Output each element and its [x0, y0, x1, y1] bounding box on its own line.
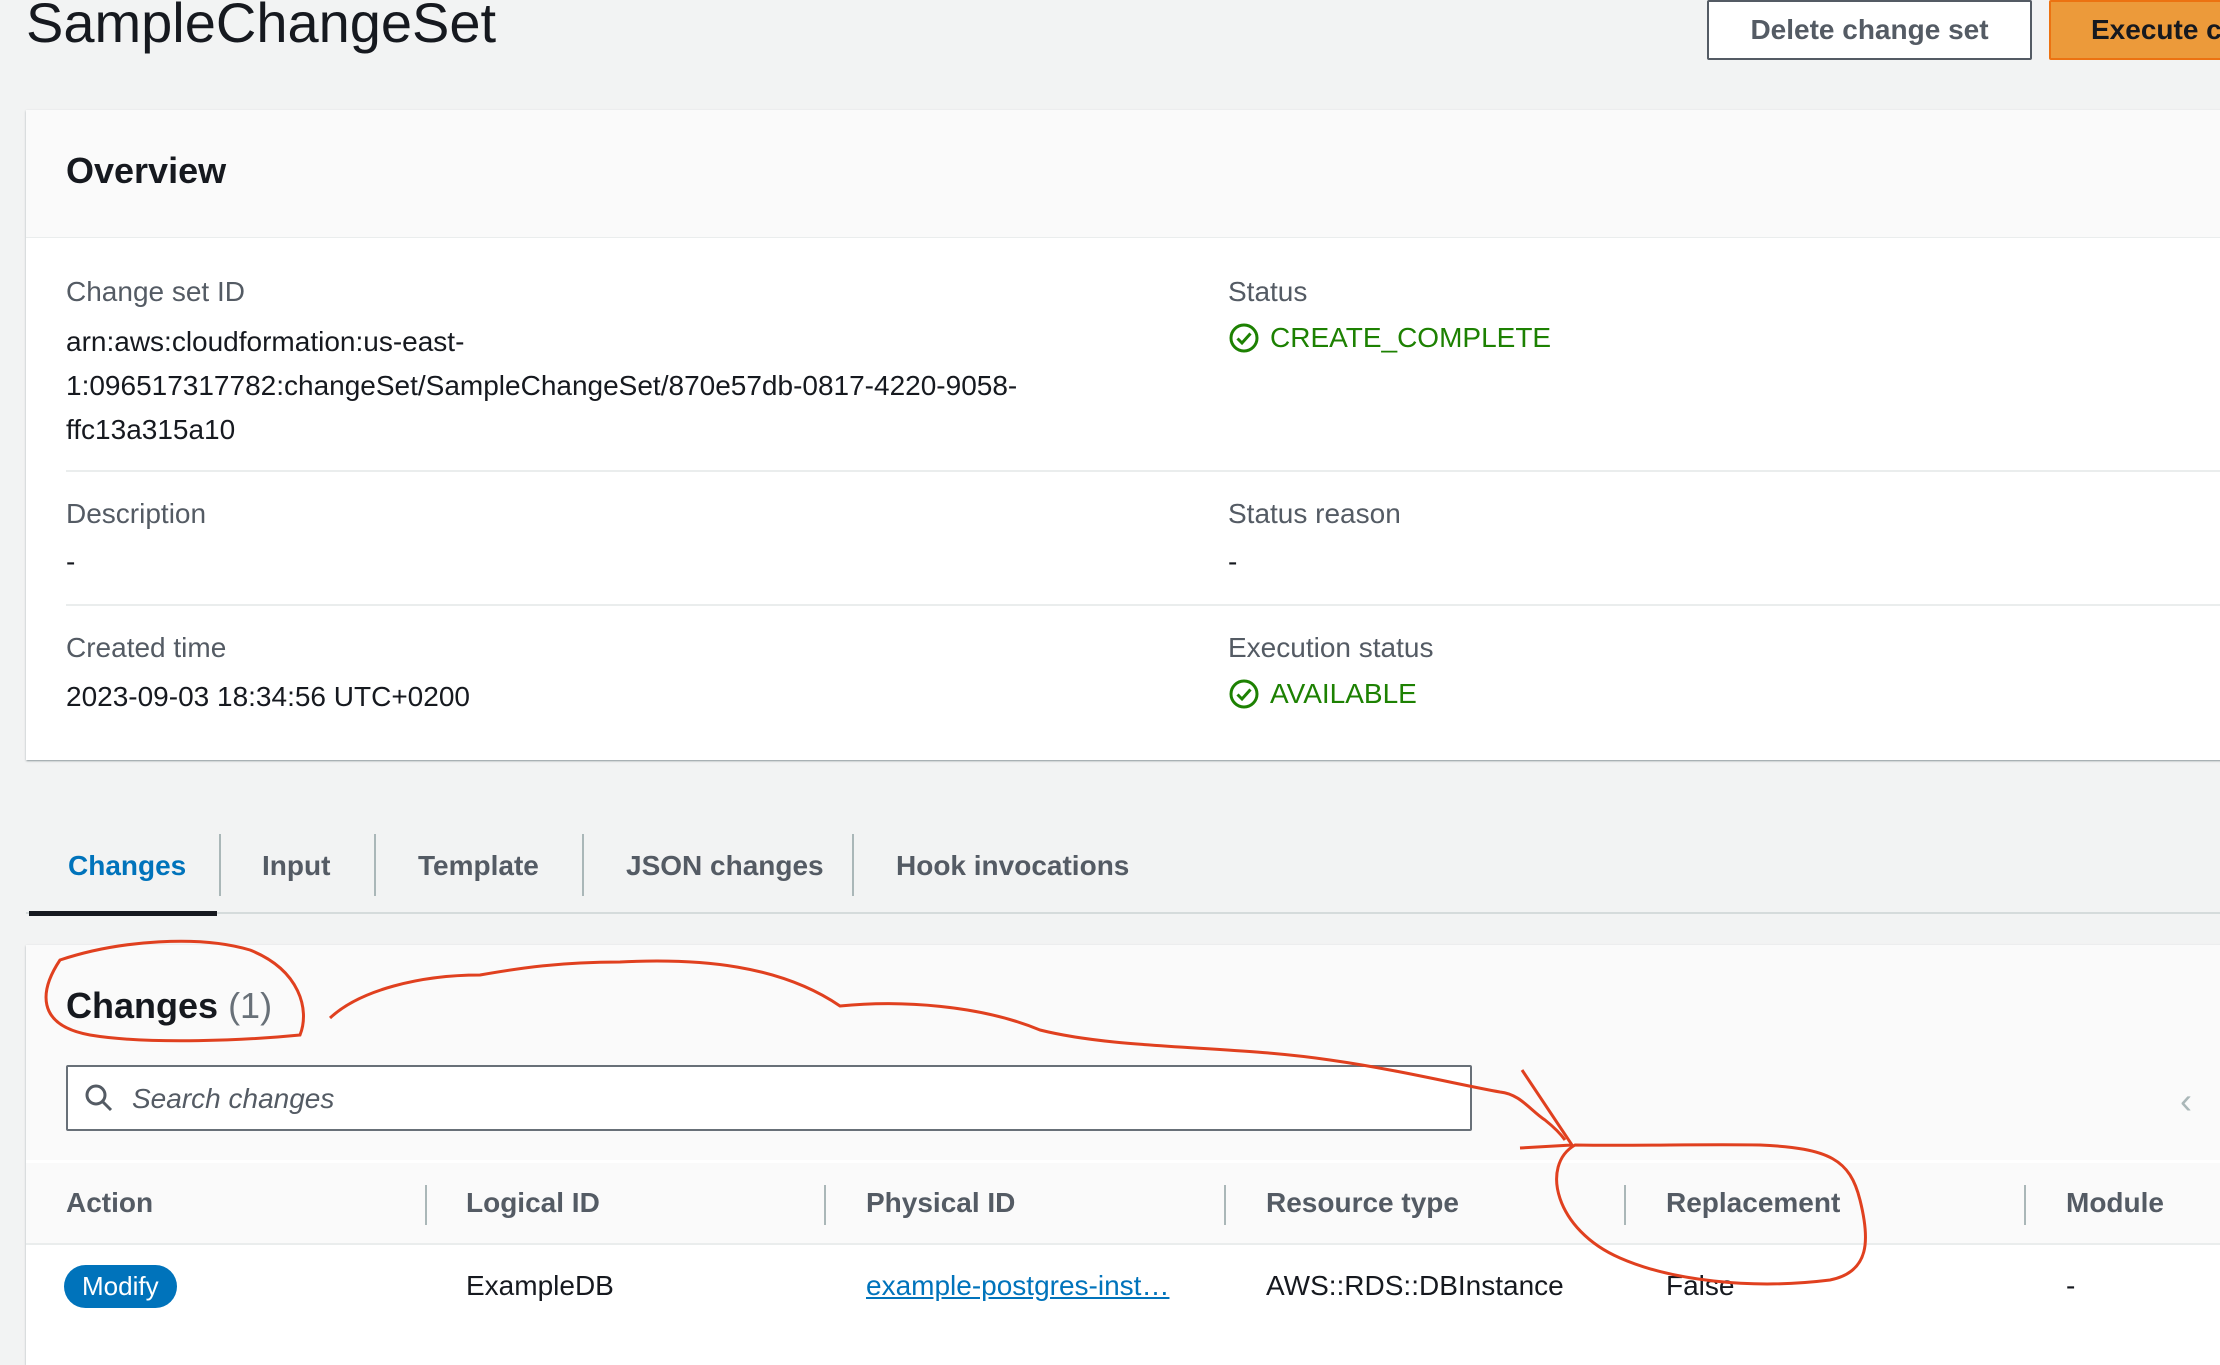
- chevron-left-icon[interactable]: ‹: [2180, 1080, 2192, 1122]
- check-circle-icon: [1229, 679, 1259, 709]
- tab-bar: Changes Input Template JSON changes Hook…: [26, 820, 2220, 916]
- tab-separator: [852, 834, 854, 896]
- search-icon: [85, 1084, 113, 1112]
- search-input[interactable]: [130, 1067, 1434, 1131]
- column-resizer[interactable]: [1624, 1185, 1626, 1225]
- physical-id-link[interactable]: example-postgres-inst…: [866, 1270, 1169, 1302]
- tab-input[interactable]: Input: [262, 820, 330, 912]
- action-cell: Modify: [64, 1245, 177, 1327]
- column-header-module[interactable]: Module: [2066, 1163, 2164, 1243]
- table-header: Action Logical ID Physical ID Resource t…: [26, 1163, 2220, 1245]
- tab-separator: [374, 834, 376, 896]
- description-label: Description: [66, 498, 207, 529]
- column-resizer[interactable]: [425, 1185, 427, 1225]
- created-time-label: Created time: [66, 632, 227, 663]
- column-header-action[interactable]: Action: [66, 1163, 153, 1243]
- delete-change-set-button[interactable]: Delete change set: [1707, 0, 2032, 60]
- created-time-value: 2023-09-03 18:34:56 UTC+0200: [66, 681, 470, 712]
- check-circle-icon: [1229, 323, 1259, 353]
- column-header-replacement[interactable]: Replacement: [1666, 1163, 1840, 1243]
- action-badge: Modify: [64, 1264, 177, 1308]
- tab-json-changes[interactable]: JSON changes: [626, 820, 824, 912]
- divider: [66, 470, 2220, 472]
- change-set-id-value: arn:aws:cloudformation:us-east- 1:096517…: [66, 320, 1017, 452]
- change-set-id-line-1: arn:aws:cloudformation:us-east-: [66, 326, 465, 357]
- column-header-physical-id[interactable]: Physical ID: [866, 1163, 1015, 1243]
- physical-id-cell: example-postgres-inst…: [866, 1245, 1169, 1327]
- execution-status-value: AVAILABLE: [1228, 678, 1417, 710]
- changes-title-text: Changes: [66, 985, 219, 1026]
- logical-id-cell: ExampleDB: [466, 1270, 614, 1301]
- status-label: Status: [1228, 276, 1308, 307]
- active-tab-indicator: [29, 911, 217, 916]
- execution-status-label: Execution status: [1228, 632, 1434, 663]
- tab-separator: [582, 834, 584, 896]
- changes-header: Changes (1): [26, 945, 2220, 1160]
- replacement-cell: False: [1666, 1270, 1735, 1301]
- change-set-id-label: Change set ID: [66, 276, 245, 307]
- execute-change-set-button[interactable]: Execute c: [2049, 0, 2220, 60]
- tab-hook-invocations[interactable]: Hook invocations: [896, 820, 1129, 912]
- status-value: CREATE_COMPLETE: [1228, 322, 1551, 354]
- changes-count: (1): [228, 985, 273, 1026]
- status-reason-value: -: [1228, 546, 1238, 577]
- tab-changes[interactable]: Changes: [68, 820, 186, 912]
- module-cell: -: [2066, 1270, 2076, 1301]
- page-title: SampleChangeSet: [26, 0, 497, 54]
- divider: [66, 604, 2220, 606]
- changes-title: Changes (1): [66, 985, 272, 1027]
- change-set-id-line-3: ffc13a315a10: [66, 414, 236, 445]
- column-resizer[interactable]: [824, 1185, 826, 1225]
- tab-separator: [219, 834, 221, 896]
- column-resizer[interactable]: [1224, 1185, 1226, 1225]
- search-box[interactable]: [66, 1065, 1472, 1131]
- overview-header: Overview: [26, 110, 2220, 238]
- tab-template[interactable]: Template: [418, 820, 539, 912]
- overview-panel: Overview Change set ID arn:aws:cloudform…: [26, 110, 2220, 760]
- table-row: Modify ExampleDB example-postgres-inst… …: [26, 1245, 2220, 1327]
- status-reason-label: Status reason: [1228, 498, 1401, 529]
- change-set-id-line-2: 1:096517317782:changeSet/SampleChangeSet…: [66, 370, 1018, 401]
- description-value: -: [66, 546, 76, 577]
- overview-title: Overview: [66, 150, 227, 191]
- column-header-resource-type[interactable]: Resource type: [1266, 1163, 1459, 1243]
- column-header-logical-id[interactable]: Logical ID: [466, 1163, 600, 1243]
- changes-panel: Changes (1) Action Logical ID Physical I…: [26, 945, 2220, 1365]
- execution-status-text: AVAILABLE: [1270, 678, 1417, 709]
- resource-type-cell: AWS::RDS::DBInstance: [1266, 1270, 1564, 1301]
- column-resizer[interactable]: [2024, 1185, 2026, 1225]
- status-text: CREATE_COMPLETE: [1270, 322, 1552, 353]
